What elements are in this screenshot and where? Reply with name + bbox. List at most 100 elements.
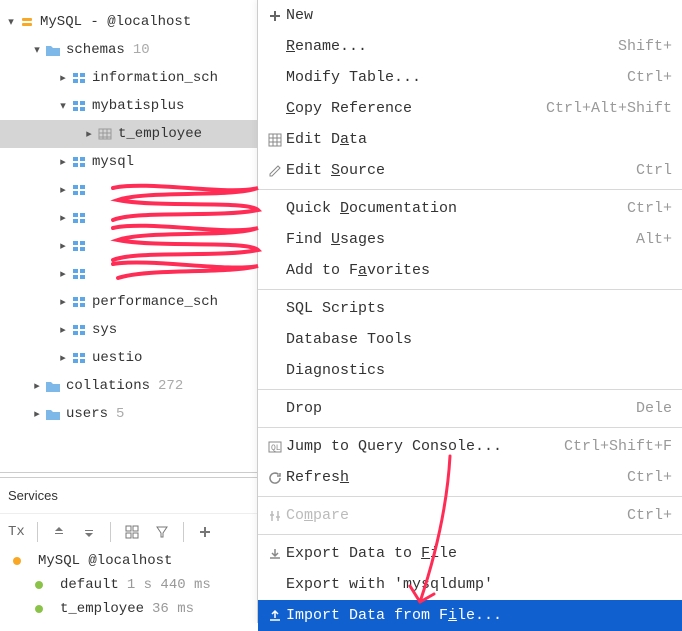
menu-separator bbox=[258, 427, 682, 428]
tree-schema-item[interactable]: ▸ bbox=[0, 260, 260, 288]
menu-item[interactable]: Database Tools bbox=[258, 324, 682, 355]
services-toolwindow-header[interactable]: Services bbox=[0, 477, 260, 513]
chevron-right-icon: ▸ bbox=[56, 267, 70, 281]
datasource-mysql-localhost[interactable]: ▾ MySQL - @localhost bbox=[0, 8, 260, 36]
grid-icon[interactable] bbox=[123, 523, 141, 541]
chevron-right-icon: ▸ bbox=[82, 127, 96, 141]
services-entry[interactable]: MySQL @localhost bbox=[0, 549, 260, 573]
tree-schema-item[interactable]: ▸mysql bbox=[0, 148, 260, 176]
menu-item-label: Export Data to File bbox=[286, 545, 672, 562]
chevron-right-icon: ▸ bbox=[30, 407, 44, 421]
services-entry-name: MySQL @localhost bbox=[38, 553, 172, 569]
table-icon bbox=[96, 128, 114, 140]
tree-table-item[interactable]: ▸t_employee bbox=[0, 120, 260, 148]
menu-item[interactable]: Quick DocumentationCtrl+ bbox=[258, 193, 682, 224]
chevron-right-icon: ▸ bbox=[56, 239, 70, 253]
tree-item-label: users bbox=[66, 406, 108, 422]
menu-item-shortcut: Dele bbox=[616, 400, 672, 417]
refresh-icon bbox=[264, 471, 286, 485]
menu-item-label: Refresh bbox=[286, 469, 607, 486]
menu-separator bbox=[258, 189, 682, 190]
menu-separator bbox=[258, 496, 682, 497]
schema-icon bbox=[70, 268, 88, 280]
database-icon bbox=[8, 556, 26, 566]
schema-icon bbox=[70, 212, 88, 224]
svg-text:QL: QL bbox=[271, 444, 281, 453]
schema-icon bbox=[70, 324, 88, 336]
tree-item-label: schemas bbox=[66, 42, 125, 58]
dot-icon bbox=[30, 604, 48, 614]
menu-item[interactable]: Edit Data bbox=[258, 124, 682, 155]
menu-item[interactable]: New bbox=[258, 0, 682, 31]
plus-icon[interactable] bbox=[196, 523, 214, 541]
tree-folder-users[interactable]: ▸ users 5 bbox=[0, 400, 260, 428]
menu-item-label: Diagnostics bbox=[286, 362, 672, 379]
tree-item-label: mybatisplus bbox=[92, 98, 184, 114]
menu-item-shortcut: Ctrl+ bbox=[607, 69, 672, 86]
menu-item-label: SQL Scripts bbox=[286, 300, 672, 317]
menu-item[interactable]: Edit SourceCtrl bbox=[258, 155, 682, 186]
menu-item[interactable]: Diagnostics bbox=[258, 355, 682, 386]
menu-item-shortcut: Ctrl bbox=[616, 162, 672, 179]
menu-item-shortcut: Ctrl+ bbox=[607, 469, 672, 486]
menu-item-label: Rename... bbox=[286, 38, 598, 55]
menu-item[interactable]: QLJump to Query Console...Ctrl+Shift+F bbox=[258, 431, 682, 462]
menu-item[interactable]: Import Data from File... bbox=[258, 600, 682, 631]
tree-item-count: 10 bbox=[133, 42, 150, 58]
chevron-down-icon: ▾ bbox=[56, 99, 70, 113]
tree-item-label: MySQL - @localhost bbox=[40, 14, 191, 30]
menu-item-label: Export with 'mysqldump' bbox=[286, 576, 672, 593]
grid-icon bbox=[264, 133, 286, 147]
menu-item-label: Quick Documentation bbox=[286, 200, 607, 217]
schema-icon bbox=[70, 240, 88, 252]
menu-item-label: Database Tools bbox=[286, 331, 672, 348]
menu-item[interactable]: Find UsagesAlt+ bbox=[258, 224, 682, 255]
schema-icon bbox=[70, 296, 88, 308]
tree-schema-item[interactable]: ▸sys bbox=[0, 316, 260, 344]
services-entry[interactable]: t_employee36 ms bbox=[0, 597, 260, 621]
menu-item-label: Modify Table... bbox=[286, 69, 607, 86]
menu-item[interactable]: Export with 'mysqldump' bbox=[258, 569, 682, 600]
menu-separator bbox=[258, 389, 682, 390]
tree-schema-item[interactable]: ▾ mybatisplus bbox=[0, 92, 260, 120]
tree-item-label: performance_sch bbox=[92, 294, 218, 310]
tree-item-count: 5 bbox=[116, 406, 124, 422]
menu-item[interactable]: SQL Scripts bbox=[258, 293, 682, 324]
menu-item-label: New bbox=[286, 7, 672, 24]
tree-schema-item[interactable]: ▸information_sch bbox=[0, 64, 260, 92]
tree-schema-item[interactable]: ▸ bbox=[0, 176, 260, 204]
services-entry-meta: 1 s 440 ms bbox=[127, 577, 211, 593]
chevron-right-icon: ▸ bbox=[56, 183, 70, 197]
menu-item[interactable]: Copy ReferenceCtrl+Alt+Shift bbox=[258, 93, 682, 124]
menu-item[interactable]: DropDele bbox=[258, 393, 682, 424]
tree-item-label: sys bbox=[92, 322, 117, 338]
tree-folder-collations[interactable]: ▸ collations 272 bbox=[0, 372, 260, 400]
tree-schema-item[interactable]: ▸ bbox=[0, 232, 260, 260]
chevron-right-icon: ▸ bbox=[56, 211, 70, 225]
menu-item-label: Import Data from File... bbox=[286, 607, 672, 624]
expand-all-icon[interactable] bbox=[50, 523, 68, 541]
chevron-down-icon: ▾ bbox=[30, 43, 44, 57]
menu-item[interactable]: RefreshCtrl+ bbox=[258, 462, 682, 493]
tree-schema-item[interactable]: ▸performance_sch bbox=[0, 288, 260, 316]
tree-schema-item[interactable]: ▸ bbox=[0, 204, 260, 232]
services-entry-name: default bbox=[60, 577, 119, 593]
schema-icon bbox=[70, 156, 88, 168]
tx-label[interactable]: Tx bbox=[8, 523, 25, 541]
tree-schema-item[interactable]: ▸uestio bbox=[0, 344, 260, 372]
collapse-all-icon[interactable] bbox=[80, 523, 98, 541]
filter-icon[interactable] bbox=[153, 523, 171, 541]
menu-item-label: Edit Data bbox=[286, 131, 672, 148]
services-entry[interactable]: default 1 s 440 ms bbox=[0, 573, 260, 597]
menu-item[interactable]: Modify Table...Ctrl+ bbox=[258, 62, 682, 93]
dot-icon bbox=[30, 580, 48, 590]
folder-icon bbox=[44, 44, 62, 56]
menu-item-shortcut: Alt+ bbox=[616, 231, 672, 248]
chevron-right-icon: ▸ bbox=[56, 351, 70, 365]
tree-folder-schemas[interactable]: ▾ schemas 10 bbox=[0, 36, 260, 64]
menu-item[interactable]: Add to Favorites bbox=[258, 255, 682, 286]
services-entry-meta: 36 ms bbox=[152, 601, 194, 617]
menu-item[interactable]: Export Data to File bbox=[258, 538, 682, 569]
menu-item[interactable]: Rename...Shift+ bbox=[258, 31, 682, 62]
tree-item-count: 272 bbox=[158, 378, 183, 394]
